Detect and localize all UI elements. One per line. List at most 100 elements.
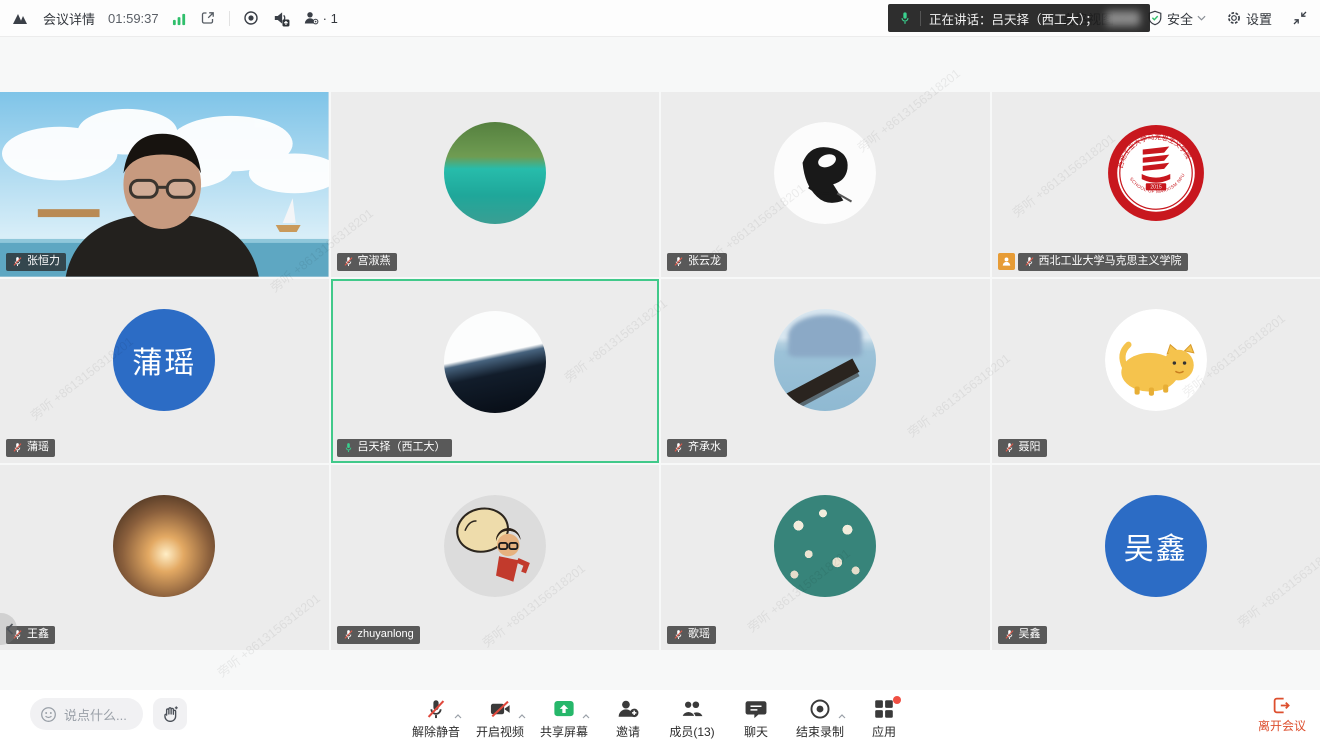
divider (920, 11, 921, 26)
participant-tile[interactable]: 王鑫 (0, 465, 329, 650)
meeting-window: 会议详情 01:59:37 · 1 正在讲话：吕天择（西工大）； 宫格视图 (0, 0, 1320, 742)
divider (229, 11, 230, 26)
leave-door-icon (1272, 696, 1291, 715)
attendee-count[interactable]: · 1 (303, 10, 338, 26)
attendee-count-label: · 1 (323, 11, 338, 26)
invite-button[interactable]: 邀请 (599, 693, 657, 740)
settings-button[interactable]: 设置 (1226, 9, 1272, 28)
participant-tile[interactable]: 聂阳 (992, 279, 1320, 464)
chevron-up-icon[interactable] (582, 706, 590, 724)
smiley-icon (40, 706, 57, 723)
host-badge-icon (998, 253, 1015, 270)
name-tag-row: 齐承水 (667, 439, 727, 457)
avatar (444, 495, 546, 597)
participant-tile[interactable]: 宫淑燕 (331, 92, 660, 277)
network-signal-icon[interactable] (172, 11, 187, 26)
pop-out-icon[interactable] (200, 10, 216, 26)
chevron-up-icon[interactable] (518, 706, 526, 724)
participant-tile-speaking[interactable]: 吕天择（西工大） (331, 279, 660, 464)
participant-name: 蒲瑶 (27, 442, 49, 453)
mic-muted-icon (673, 629, 684, 640)
members-button[interactable]: 成员(13) (663, 693, 721, 740)
top-bar-left: 会议详情 01:59:37 · 1 (10, 0, 338, 36)
exit-fullscreen-icon[interactable] (1292, 10, 1308, 26)
chat-bubble-icon (745, 698, 767, 720)
name-tag-row: 歌瑶 (667, 626, 716, 644)
mic-muted-icon (12, 256, 23, 267)
avatar (774, 122, 876, 224)
blurred-name (1106, 11, 1140, 26)
participant-name: 聂阳 (1019, 442, 1041, 453)
name-tag-row: 张恒力 (6, 253, 66, 271)
avatar (113, 495, 215, 597)
chevron-up-icon[interactable] (838, 706, 846, 724)
attendee-icon (303, 10, 319, 26)
apps-grid-icon (873, 698, 895, 720)
recording-indicator-icon[interactable] (243, 10, 259, 26)
chevron-up-icon[interactable] (454, 706, 462, 724)
name-tag: 聂阳 (998, 439, 1047, 457)
cat-avatar (1105, 309, 1207, 411)
share-screen-button[interactable]: 共享屏幕 (535, 693, 593, 740)
mic-muted-icon (1004, 629, 1015, 640)
avatar (774, 309, 876, 411)
leave-meeting-label: 离开会议 (1258, 717, 1306, 734)
mic-muted-icon (343, 256, 354, 267)
toolbar: 解除静音 开启视频 共享屏幕 邀请 成员(13) 聊天 (407, 693, 913, 740)
screen-share-icon (553, 698, 575, 720)
participant-name: 宫淑燕 (358, 256, 391, 267)
participant-tile[interactable]: zhuyanlong (331, 465, 660, 650)
bottom-bar: 说点什么... 解除静音 开启视频 共享屏幕 (0, 690, 1320, 742)
mic-muted-icon (1024, 256, 1035, 267)
invite-icon (617, 698, 639, 720)
meeting-details-button[interactable]: 会议详情 (43, 9, 95, 28)
security-button[interactable]: 安全 (1147, 9, 1206, 28)
apps-button[interactable]: 应用 (855, 693, 913, 740)
name-tag: 吕天择（西工大） (337, 439, 452, 457)
participant-name: zhuyanlong (358, 629, 414, 640)
avatar (444, 122, 546, 224)
participant-name: 齐承水 (688, 442, 721, 453)
name-tag-row: zhuyanlong (337, 626, 420, 644)
name-tag: 齐承水 (667, 439, 727, 457)
stop-recording-button[interactable]: 结束录制 (791, 693, 849, 740)
participant-name: 吴鑫 (1019, 629, 1041, 640)
name-tag: zhuyanlong (337, 626, 420, 644)
raise-hand-button[interactable] (153, 698, 187, 730)
chevron-left-icon (5, 623, 14, 635)
leave-meeting-button[interactable]: 离开会议 (1258, 696, 1306, 734)
participant-name: 王鑫 (27, 629, 49, 640)
audio-mode-icon[interactable] (272, 9, 290, 27)
participant-name: 吕天择（西工大） (358, 442, 446, 453)
participant-name: 西北工业大学马克思主义学院 (1039, 256, 1182, 267)
mic-off-icon (425, 698, 447, 720)
participant-tile[interactable]: 蒲瑶 蒲瑶 (0, 279, 329, 464)
settings-label: 设置 (1246, 9, 1272, 28)
participant-tile[interactable]: 吴鑫 吴鑫 (992, 465, 1320, 650)
participant-tile[interactable]: 歌瑶 (661, 465, 990, 650)
notification-dot (893, 696, 901, 704)
name-tag-row: 张云龙 (667, 253, 727, 271)
participant-tile[interactable]: 张云龙 (661, 92, 990, 277)
participant-tile[interactable]: 张恒力 (0, 92, 329, 277)
participant-name: 张云龙 (688, 256, 721, 267)
camera-off-icon (488, 698, 512, 720)
security-label: 安全 (1167, 9, 1193, 28)
mic-muted-icon (12, 442, 23, 453)
name-tag: 吴鑫 (998, 626, 1047, 644)
name-tag-row: 吴鑫 (998, 626, 1047, 644)
start-video-button[interactable]: 开启视频 (471, 693, 529, 740)
gear-icon (1226, 10, 1242, 26)
participant-tile[interactable]: 齐承水 (661, 279, 990, 464)
chat-button[interactable]: 聊天 (727, 693, 785, 740)
participant-name: 歌瑶 (688, 629, 710, 640)
avatar (1105, 309, 1207, 411)
chat-input[interactable]: 说点什么... (30, 698, 143, 730)
name-tag: 歌瑶 (667, 626, 716, 644)
mic-muted-icon (673, 442, 684, 453)
participant-tile[interactable]: 西北工业大学马克思主义学院 SCHOOL OF MARXISM NPU 2015 (992, 92, 1320, 277)
unmute-button[interactable]: 解除静音 (407, 693, 465, 740)
participant-video (0, 92, 329, 277)
chat-placeholder: 说点什么... (64, 705, 127, 724)
members-icon (680, 698, 704, 720)
